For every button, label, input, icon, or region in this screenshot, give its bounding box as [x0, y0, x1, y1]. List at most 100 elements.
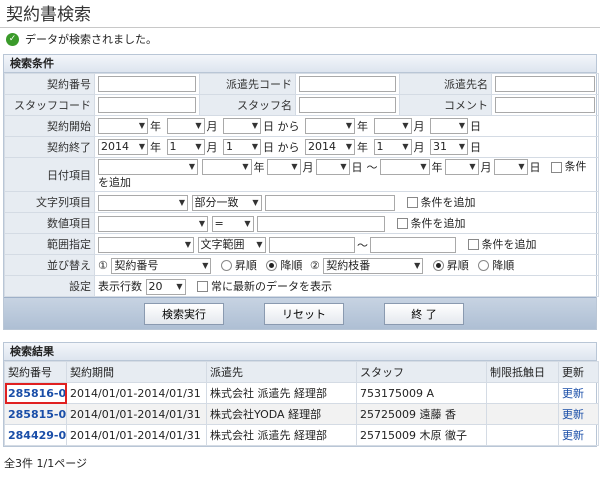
date-to-day-select[interactable]: ▼	[493, 159, 528, 175]
date-add-condition-label: 条件	[564, 160, 587, 173]
date-from-month-select[interactable]: ▼	[266, 159, 301, 175]
year-unit: 年	[150, 120, 161, 133]
search-button[interactable]: 検索実行	[144, 302, 224, 325]
col-contract-no: 契約番号	[4, 361, 67, 383]
sort1-desc-radio[interactable]	[266, 260, 278, 271]
range-add-condition-label: 条件を追加	[481, 237, 537, 251]
table-row: 285815-0 2014/01/01-2014/01/31 株式会社YODA …	[4, 403, 599, 425]
sort2-select[interactable]: 契約枝番 ▼	[323, 257, 424, 274]
sort1-asc-radio[interactable]	[220, 260, 232, 271]
contract-no-input[interactable]	[98, 76, 196, 92]
start-year-select[interactable]: ▼	[98, 118, 148, 134]
string-add-condition-checkbox[interactable]	[406, 197, 418, 208]
day-unit: 日	[470, 141, 481, 154]
end-year2-value: 2014	[308, 140, 336, 153]
date-item-select[interactable]: ▼	[98, 159, 198, 175]
numeric-operator-select[interactable]: = ▼	[211, 215, 254, 232]
update-link[interactable]: 更新	[562, 387, 584, 400]
numeric-item-select[interactable]: ▼	[98, 215, 208, 232]
from-text: 日 から	[263, 120, 300, 133]
dispatch-name-input[interactable]	[495, 76, 595, 92]
string-item-select[interactable]: ▼	[98, 194, 188, 211]
chevron-down-icon: ▼	[291, 162, 298, 171]
end-year2-select[interactable]: 2014 ▼	[305, 139, 355, 155]
date-add-condition-label-wrap: を追加	[98, 176, 131, 189]
chevron-down-icon: ▼	[402, 142, 409, 151]
date-to-month-select[interactable]: ▼	[444, 159, 479, 175]
end-day-select[interactable]: 1 ▼	[223, 139, 261, 155]
update-link[interactable]: 更新	[562, 408, 584, 421]
numeric-item-label: 数値項目	[4, 212, 95, 234]
staff-code-input[interactable]	[98, 97, 196, 113]
date-add-condition-checkbox[interactable]	[550, 161, 562, 173]
year-unit: 年	[150, 141, 161, 154]
string-value-input[interactable]	[265, 194, 395, 211]
end-month-select[interactable]: 1 ▼	[166, 139, 205, 155]
start-month2-select[interactable]: ▼	[373, 118, 412, 134]
month-unit: 月	[413, 141, 425, 154]
exit-button[interactable]: 終 了	[384, 302, 464, 325]
end-year-value: 2014	[101, 140, 129, 153]
range-add-condition-checkbox[interactable]	[467, 239, 479, 250]
chevron-down-icon: ▼	[251, 121, 258, 130]
action-button-bar: 検索実行 リセット 終 了	[4, 297, 596, 329]
sort2-desc-radio[interactable]	[478, 260, 490, 271]
chevron-down-icon: ▼	[458, 121, 465, 130]
contract-no-label: 契約番号	[4, 73, 95, 95]
range-from-input[interactable]	[269, 236, 355, 253]
numeric-value-input[interactable]	[257, 215, 385, 232]
end-day2-select[interactable]: 31 ▼	[430, 139, 468, 155]
end-month2-select[interactable]: 1 ▼	[373, 139, 412, 155]
chevron-down-icon: ▼	[458, 142, 465, 151]
end-year-select[interactable]: 2014 ▼	[98, 139, 148, 155]
check-circle-icon: ✓	[6, 32, 19, 46]
chevron-down-icon: ▼	[188, 162, 195, 171]
contract-link[interactable]: 285816-0	[8, 387, 66, 400]
staff-name-label: スタッフ名	[199, 94, 296, 116]
range-label: 範囲指定	[4, 233, 95, 255]
chevron-down-icon: ▼	[138, 142, 145, 151]
date-from-day-select[interactable]: ▼	[315, 159, 350, 175]
end-month2-value: 1	[376, 140, 384, 153]
sort-label: 並び替え	[4, 254, 95, 276]
sort1-select[interactable]: 契約番号 ▼	[111, 257, 212, 274]
month-unit: 月	[302, 160, 314, 174]
rows-per-page-select[interactable]: 20 ▼	[145, 278, 186, 295]
sort2-asc-radio[interactable]	[432, 260, 444, 271]
year-unit: 年	[253, 160, 265, 174]
date-from-year-select[interactable]: ▼	[201, 159, 252, 175]
range-item-select[interactable]: ▼	[98, 236, 194, 253]
string-match-value: 部分一致	[194, 195, 239, 209]
date-item-label: 日付項目	[4, 157, 95, 192]
dispatch-code-input[interactable]	[299, 76, 396, 92]
range-type-value: 文字範囲	[200, 237, 245, 251]
start-month-select[interactable]: ▼	[166, 118, 205, 134]
chevron-down-icon: ▼	[198, 218, 205, 228]
range-type-select[interactable]: 文字範囲 ▼	[197, 236, 266, 253]
sort2-number: ②	[309, 258, 320, 272]
end-day-value: 1	[226, 140, 233, 153]
staff-code-label: スタッフコード	[4, 94, 95, 116]
search-conditions-panel: 検索条件 契約番号 派遣先コード 派遣先名 スタッフコード スタッフ名 コメント…	[3, 54, 599, 330]
reset-button[interactable]: リセット	[264, 302, 344, 325]
start-day-select[interactable]: ▼	[223, 118, 261, 134]
search-conditions-table: 契約番号 派遣先コード 派遣先名 スタッフコード スタッフ名 コメント 契約開始…	[4, 73, 599, 297]
chevron-down-icon: ▼	[252, 197, 259, 207]
string-match-select[interactable]: 部分一致 ▼	[191, 194, 262, 211]
sort2-asc-label: 昇順	[446, 258, 469, 272]
start-day2-select[interactable]: ▼	[430, 118, 468, 134]
date-to-year-select[interactable]: ▼	[379, 159, 430, 175]
limit-cell	[486, 382, 559, 404]
contract-link[interactable]: 285815-0	[8, 408, 66, 421]
contract-link[interactable]: 284429-0	[8, 429, 66, 442]
update-link[interactable]: 更新	[562, 429, 584, 442]
numeric-add-condition-checkbox[interactable]	[396, 218, 408, 229]
always-latest-checkbox[interactable]	[197, 281, 208, 292]
start-year2-select[interactable]: ▼	[305, 118, 355, 134]
rows-per-page-value: 20	[148, 279, 163, 293]
staff-name-input[interactable]	[299, 97, 396, 113]
chevron-down-icon: ▼	[244, 218, 251, 228]
always-latest-label: 常に最新のデータを表示	[211, 279, 332, 293]
comment-input[interactable]	[495, 97, 595, 113]
range-to-input[interactable]	[370, 236, 456, 253]
